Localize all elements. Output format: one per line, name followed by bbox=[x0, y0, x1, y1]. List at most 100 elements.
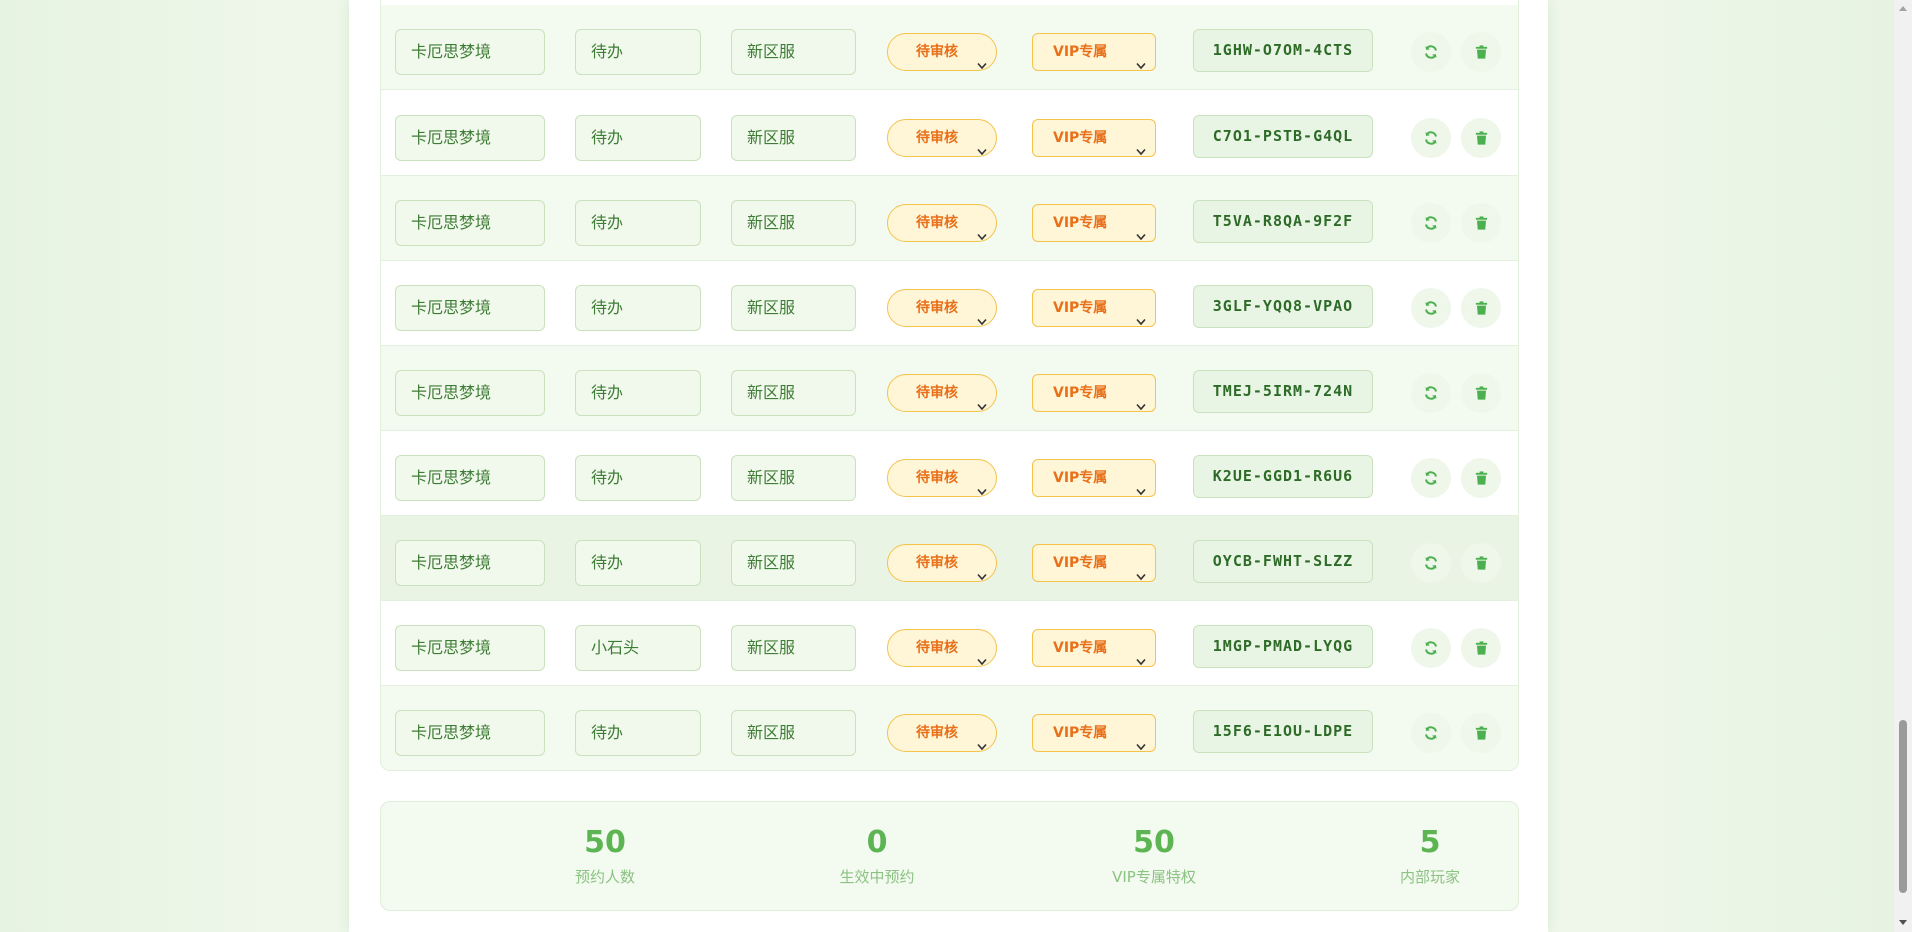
player-name-input[interactable]: 小石头 bbox=[575, 625, 701, 671]
status-select[interactable]: 待审核 bbox=[887, 714, 997, 752]
delete-row-button[interactable] bbox=[1461, 32, 1501, 72]
regenerate-code-button[interactable] bbox=[1411, 713, 1451, 753]
scrollbar-thumb[interactable] bbox=[1899, 720, 1907, 893]
regenerate-code-button[interactable] bbox=[1411, 32, 1451, 72]
invite-code: C7O1-PSTB-G4QL bbox=[1193, 115, 1373, 158]
chevron-down-icon bbox=[1136, 219, 1146, 241]
chevron-down-icon bbox=[977, 389, 987, 411]
server-input[interactable]: 新区服 bbox=[731, 285, 856, 331]
status-select[interactable]: 待审核 bbox=[887, 544, 997, 582]
delete-row-button[interactable] bbox=[1461, 458, 1501, 498]
delete-row-button[interactable] bbox=[1461, 713, 1501, 753]
tier-select[interactable]: VIP专属 bbox=[1032, 374, 1156, 412]
status-select-value: 待审核 bbox=[916, 385, 958, 401]
status-select[interactable]: 待审核 bbox=[887, 374, 997, 412]
regenerate-code-button[interactable] bbox=[1411, 543, 1451, 583]
scroll-down-icon[interactable] bbox=[1899, 920, 1907, 925]
server-input[interactable]: 新区服 bbox=[731, 115, 856, 161]
trash-icon bbox=[1474, 725, 1489, 741]
chevron-down-icon bbox=[1136, 729, 1146, 751]
refresh-icon bbox=[1423, 725, 1439, 741]
status-select[interactable]: 待审核 bbox=[887, 629, 997, 667]
tier-select[interactable]: VIP专属 bbox=[1032, 629, 1156, 667]
game-input[interactable]: 卡厄思梦境 bbox=[395, 200, 545, 246]
chevron-down-icon bbox=[977, 48, 987, 70]
refresh-icon bbox=[1423, 470, 1439, 486]
player-name-input[interactable]: 待办 bbox=[575, 370, 701, 416]
game-input[interactable]: 卡厄思梦境 bbox=[395, 540, 545, 586]
game-input[interactable]: 卡厄思梦境 bbox=[395, 115, 545, 161]
game-input[interactable]: 卡厄思梦境 bbox=[395, 710, 545, 756]
tier-select[interactable]: VIP专属 bbox=[1032, 119, 1156, 157]
invite-code: 15F6-E1OU-LDPE bbox=[1193, 710, 1373, 753]
invite-code: K2UE-GGD1-R6U6 bbox=[1193, 455, 1373, 498]
regenerate-code-button[interactable] bbox=[1411, 373, 1451, 413]
player-name-input[interactable]: 待办 bbox=[575, 115, 701, 161]
regenerate-code-button[interactable] bbox=[1411, 118, 1451, 158]
chevron-down-icon bbox=[977, 134, 987, 156]
table-row: 卡厄思梦境 待办 新区服 待审核 VIP专属 15F6-E1OU-LDPE bbox=[381, 686, 1518, 770]
delete-row-button[interactable] bbox=[1461, 203, 1501, 243]
status-select[interactable]: 待审核 bbox=[887, 33, 997, 71]
table-row: 卡厄思梦境 小石头 新区服 待审核 VIP专属 1MGP-PMAD-LYQG bbox=[381, 601, 1518, 686]
game-input[interactable]: 卡厄思梦境 bbox=[395, 455, 545, 501]
status-select[interactable]: 待审核 bbox=[887, 204, 997, 242]
game-input[interactable]: 卡厄思梦境 bbox=[395, 29, 545, 75]
server-input[interactable]: 新区服 bbox=[731, 625, 856, 671]
status-select-value: 待审核 bbox=[916, 300, 958, 316]
game-input[interactable]: 卡厄思梦境 bbox=[395, 625, 545, 671]
game-input[interactable]: 卡厄思梦境 bbox=[395, 285, 545, 331]
table-row: 卡厄思梦境 待办 新区服 待审核 VIP专属 T5VA-R8QA-9F2F bbox=[381, 176, 1518, 261]
server-input[interactable]: 新区服 bbox=[731, 200, 856, 246]
tier-select-value: VIP专属 bbox=[1053, 385, 1108, 401]
tier-select-value: VIP专属 bbox=[1053, 725, 1108, 741]
chevron-down-icon bbox=[977, 729, 987, 751]
tier-select[interactable]: VIP专属 bbox=[1032, 544, 1156, 582]
regenerate-code-button[interactable] bbox=[1411, 628, 1451, 668]
scroll-up-icon[interactable] bbox=[1899, 6, 1907, 11]
server-input[interactable]: 新区服 bbox=[731, 370, 856, 416]
tier-select[interactable]: VIP专属 bbox=[1032, 459, 1156, 497]
delete-row-button[interactable] bbox=[1461, 628, 1501, 668]
chevron-down-icon bbox=[1136, 559, 1146, 581]
stat-reservations: 50 预约人数 bbox=[505, 826, 705, 887]
game-input[interactable]: 卡厄思梦境 bbox=[395, 370, 545, 416]
invite-code: 1MGP-PMAD-LYQG bbox=[1193, 625, 1373, 668]
server-input[interactable]: 新区服 bbox=[731, 540, 856, 586]
vertical-scrollbar[interactable] bbox=[1894, 0, 1912, 932]
tier-select[interactable]: VIP专属 bbox=[1032, 714, 1156, 752]
regenerate-code-button[interactable] bbox=[1411, 458, 1451, 498]
delete-row-button[interactable] bbox=[1461, 543, 1501, 583]
server-input[interactable]: 新区服 bbox=[731, 710, 856, 756]
regenerate-code-button[interactable] bbox=[1411, 203, 1451, 243]
tier-select-value: VIP专属 bbox=[1053, 470, 1108, 486]
status-select[interactable]: 待审核 bbox=[887, 289, 997, 327]
refresh-icon bbox=[1423, 300, 1439, 316]
tier-select[interactable]: VIP专属 bbox=[1032, 289, 1156, 327]
chevron-down-icon bbox=[1136, 48, 1146, 70]
player-name-input[interactable]: 待办 bbox=[575, 710, 701, 756]
trash-icon bbox=[1474, 555, 1489, 571]
server-input[interactable]: 新区服 bbox=[731, 29, 856, 75]
player-name-input[interactable]: 待办 bbox=[575, 455, 701, 501]
server-input[interactable]: 新区服 bbox=[731, 455, 856, 501]
status-select-value: 待审核 bbox=[916, 725, 958, 741]
tier-select[interactable]: VIP专属 bbox=[1032, 33, 1156, 71]
player-name-input[interactable]: 待办 bbox=[575, 29, 701, 75]
delete-row-button[interactable] bbox=[1461, 288, 1501, 328]
tier-select-value: VIP专属 bbox=[1053, 130, 1108, 146]
status-select[interactable]: 待审核 bbox=[887, 459, 997, 497]
invite-code: 3GLF-YQQ8-VPAO bbox=[1193, 285, 1373, 328]
table-row: 卡厄思梦境 待办 新区服 待审核 VIP专属 1GHW-O7OM-4CTS bbox=[381, 5, 1518, 90]
tier-select[interactable]: VIP专属 bbox=[1032, 204, 1156, 242]
regenerate-code-button[interactable] bbox=[1411, 288, 1451, 328]
stat-active: 0 生效中预约 bbox=[777, 826, 977, 887]
player-name-input[interactable]: 待办 bbox=[575, 285, 701, 331]
player-name-input[interactable]: 待办 bbox=[575, 540, 701, 586]
delete-row-button[interactable] bbox=[1461, 118, 1501, 158]
delete-row-button[interactable] bbox=[1461, 373, 1501, 413]
status-select[interactable]: 待审核 bbox=[887, 119, 997, 157]
stat-label: 生效中预约 bbox=[839, 868, 915, 886]
chevron-down-icon bbox=[1136, 304, 1146, 326]
player-name-input[interactable]: 待办 bbox=[575, 200, 701, 246]
